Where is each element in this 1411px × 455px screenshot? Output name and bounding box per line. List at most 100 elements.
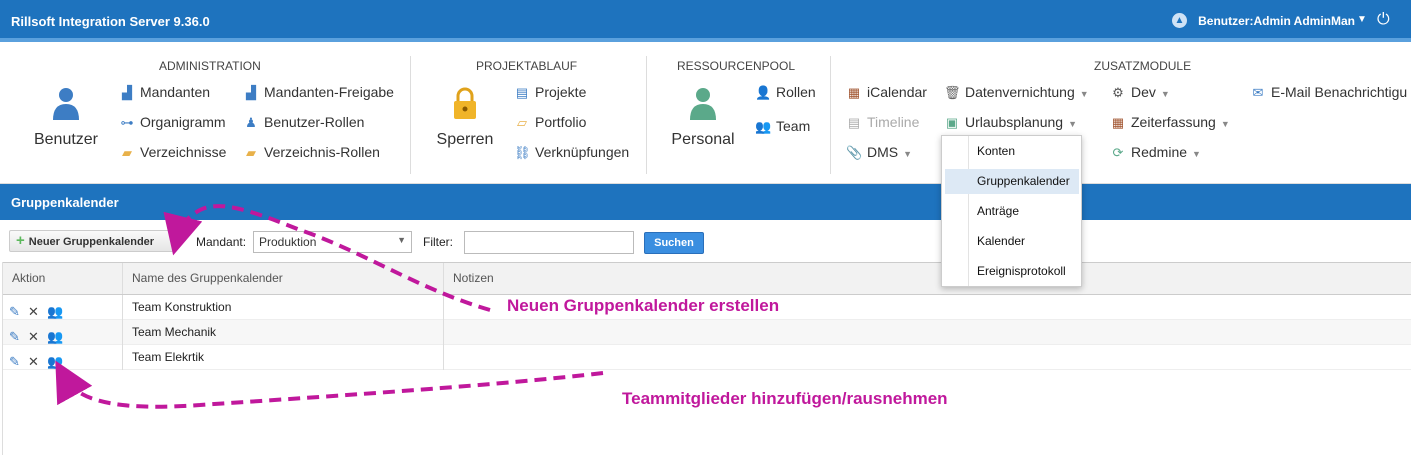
group-title-projektablauf: PROJEKTABLAUF	[476, 59, 578, 73]
email-settings-icon: ✉	[1252, 85, 1264, 100]
table-header: Aktion Name des Gruppenkalender Notizen	[3, 262, 1411, 295]
folder-icon: ▰	[122, 145, 132, 160]
chevron-down-icon: ▼	[1079, 89, 1089, 99]
filter-input[interactable]	[464, 231, 634, 254]
team-members-icon[interactable]: 👥	[47, 299, 65, 319]
user-menu-caret-icon[interactable]: ▼	[1357, 14, 1367, 25]
delete-icon[interactable]: ✕	[28, 324, 46, 344]
benutzer-button[interactable]: Benutzer	[30, 86, 102, 149]
ribbon-item-redmine[interactable]: ⟳ Redmine ▼	[1110, 144, 1201, 161]
user-icon	[53, 88, 79, 120]
row-actions: ✎ ✕ 👥	[3, 320, 123, 345]
folder-check-icon: ▰	[246, 145, 256, 160]
plus-icon: +	[16, 232, 25, 249]
user-menu[interactable]: Benutzer:Admin AdminMan	[1198, 14, 1355, 28]
ribbon-item-mandanten[interactable]: ▟ Mandanten	[119, 84, 210, 101]
group-title-zusatzmodule: ZUSATZMODULE	[1094, 59, 1192, 73]
chevron-down-icon: ▼	[1068, 119, 1077, 129]
ribbon-item-dms[interactable]: 📎 DMS ▼	[846, 144, 912, 161]
chevron-down-icon: ▼	[1192, 149, 1201, 159]
row-name: Team Konstruktion	[123, 295, 444, 320]
ribbon-item-verzeichnisse[interactable]: ▰ Verzeichnisse	[119, 144, 226, 161]
paperclip-icon: 📎	[846, 145, 863, 160]
dropdown-item-ereignisprotokoll[interactable]: Ereignisprotokoll	[945, 259, 1079, 284]
edit-icon[interactable]: ✎	[9, 324, 27, 344]
new-group-calendar-button[interactable]: + Neuer Gruppenkalender	[9, 230, 177, 252]
chevron-down-icon: ▼	[397, 235, 406, 245]
vacation-icon: ▣	[945, 115, 959, 130]
ribbon-item-zeiterfassung[interactable]: ▦ Zeiterfassung ▼	[1110, 114, 1230, 131]
column-header-name[interactable]: Name des Gruppenkalender	[123, 263, 444, 294]
personal-button[interactable]: Personal	[668, 86, 738, 149]
collapse-up-icon[interactable]: ▲	[1172, 13, 1187, 28]
app-title: Rillsoft Integration Server 9.36.0	[11, 14, 210, 29]
search-button[interactable]: Suchen	[644, 232, 704, 254]
ribbon-item-verzeichnis-rollen[interactable]: ▰ Verzeichnis-Rollen	[243, 144, 380, 161]
ribbon-item-urlaubsplanung[interactable]: ▣ Urlaubsplanung ▼	[944, 114, 1077, 131]
chevron-down-icon: ▼	[1220, 119, 1230, 129]
calendar-icon: ▦	[847, 85, 861, 100]
team-members-icon[interactable]: 👥	[47, 324, 65, 344]
timeline-icon: ▤	[847, 115, 861, 130]
project-icon: ▤	[515, 85, 529, 100]
row-actions: ✎ ✕ 👥	[3, 345, 123, 370]
delete-icon[interactable]: ✕	[28, 349, 46, 369]
ribbon: ADMINISTRATION Benutzer ▟ Mandanten ⊶ Orga…	[0, 46, 1411, 184]
delete-icon[interactable]: ✕	[28, 299, 46, 319]
gears-icon: ⚙	[1112, 85, 1124, 100]
section-title: Gruppenkalender	[11, 195, 119, 210]
team-members-icon[interactable]: 👥	[47, 349, 65, 369]
dropdown-item-konten[interactable]: Konten	[945, 139, 1079, 164]
role-icon: 👤	[755, 85, 772, 100]
ribbon-divider	[646, 56, 647, 174]
row-notes	[444, 345, 1411, 370]
ribbon-item-rollen[interactable]: 👤 Rollen	[755, 84, 816, 101]
ribbon-item-mandanten-freigabe[interactable]: ▟ Mandanten-Freigabe	[243, 84, 394, 101]
ribbon-item-organigramm[interactable]: ⊶ Organigramm	[119, 114, 226, 131]
ribbon-item-benutzer-rollen[interactable]: ♟ Benutzer-Rollen	[243, 114, 364, 131]
link-icon: ⛓	[514, 145, 531, 160]
table-row[interactable]: ✎ ✕ 👥 Team Elekrtik	[3, 345, 1411, 370]
dropdown-item-gruppenkalender[interactable]: Gruppenkalender	[945, 169, 1079, 194]
ribbon-item-dev[interactable]: ⚙ Dev ▼	[1110, 84, 1170, 101]
sperren-label: Sperren	[436, 131, 494, 148]
filter-label: Filter:	[423, 235, 453, 249]
personal-icon	[690, 88, 716, 120]
refresh-icon: ⟳	[1112, 145, 1124, 160]
row-name: Team Mechanik	[123, 320, 444, 345]
ribbon-item-team[interactable]: 👥 Team	[755, 118, 810, 135]
table-row[interactable]: ✎ ✕ 👥 Team Mechanik	[3, 320, 1411, 345]
group-title-administration: ADMINISTRATION	[159, 59, 261, 73]
org-chart-icon: ⊶	[120, 115, 134, 130]
mandant-select[interactable]: Produktion ▼	[253, 231, 412, 253]
mandant-label: Mandant:	[196, 235, 247, 249]
sperren-button[interactable]: Sperren	[432, 86, 498, 149]
ribbon-item-verknuepfungen[interactable]: ⛓ Verknüpfungen	[514, 144, 629, 161]
dropdown-item-kalender[interactable]: Kalender	[945, 229, 1079, 254]
annotation-new-calendar: Neuen Gruppenkalender erstellen	[507, 296, 780, 315]
dropdown-item-antraege[interactable]: Anträge	[945, 199, 1079, 224]
ribbon-item-portfolio[interactable]: ▱ Portfolio	[514, 114, 586, 131]
lock-icon	[454, 87, 476, 119]
user-role-icon: ♟	[245, 115, 257, 130]
personal-label: Personal	[671, 131, 735, 148]
ribbon-item-icalendar[interactable]: ▦ iCalendar	[846, 84, 927, 101]
chevron-down-icon: ▼	[1160, 89, 1170, 99]
power-icon[interactable]: ⏻	[1377, 11, 1390, 29]
row-name: Team Elekrtik	[123, 345, 444, 370]
ribbon-item-projekte[interactable]: ▤ Projekte	[514, 84, 587, 101]
top-bar: Rillsoft Integration Server 9.36.0 ▲ Ben…	[0, 0, 1411, 42]
edit-icon[interactable]: ✎	[9, 349, 27, 369]
section-title-bar: Gruppenkalender	[0, 184, 1411, 220]
ribbon-item-email-benachrichtigung[interactable]: ✉ E-Mail Benachrichtigu	[1250, 84, 1408, 101]
portfolio-icon: ▱	[517, 115, 527, 130]
time-tracking-icon: ▦	[1111, 115, 1125, 130]
urlaubsplanung-dropdown: Konten Gruppenkalender Anträge Kalender …	[941, 135, 1082, 287]
trash-icon: 🗑	[944, 85, 961, 100]
column-header-notizen[interactable]: Notizen	[444, 263, 1411, 294]
edit-icon[interactable]: ✎	[9, 299, 27, 319]
column-header-aktion[interactable]: Aktion	[3, 263, 123, 294]
ribbon-divider	[410, 56, 411, 174]
ribbon-item-datenvernichtung[interactable]: 🗑 Datenvernichtung ▼	[944, 84, 1089, 101]
ribbon-divider	[830, 56, 831, 174]
